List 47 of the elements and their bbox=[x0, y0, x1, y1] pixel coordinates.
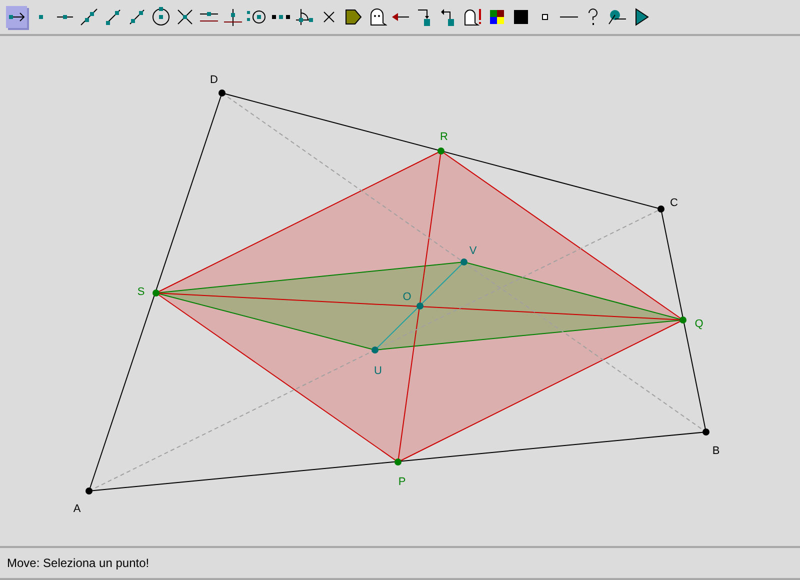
segment-icon bbox=[57, 15, 73, 19]
point-dot[interactable] bbox=[372, 346, 378, 354]
point-style-icon bbox=[542, 14, 548, 20]
circle-icon bbox=[151, 7, 171, 27]
tool-button[interactable] bbox=[295, 6, 315, 28]
point-label: U bbox=[374, 365, 382, 377]
point-label: O bbox=[402, 291, 412, 303]
point-dot[interactable] bbox=[680, 316, 686, 324]
tool-button[interactable] bbox=[6, 6, 27, 28]
point-label: S bbox=[137, 286, 145, 298]
point-label: B bbox=[712, 445, 720, 457]
point-label: P bbox=[398, 476, 406, 488]
point-dot[interactable] bbox=[86, 488, 92, 494]
point-dot[interactable] bbox=[658, 206, 664, 212]
point-dot[interactable] bbox=[702, 428, 710, 436]
point-label: A bbox=[73, 503, 81, 515]
point-label: Q bbox=[694, 318, 704, 330]
tool-button[interactable] bbox=[223, 6, 243, 28]
collinear-icon bbox=[272, 15, 290, 19]
tool-button[interactable] bbox=[151, 6, 171, 28]
angle-icon bbox=[295, 7, 315, 27]
line-icon bbox=[79, 7, 99, 27]
point-dot[interactable] bbox=[416, 302, 424, 310]
point-label: V bbox=[469, 245, 477, 257]
point-label: R bbox=[440, 131, 448, 143]
fill-icon bbox=[514, 10, 528, 24]
palette-icon bbox=[487, 7, 507, 27]
intersection-icon bbox=[175, 7, 195, 27]
point-label: D bbox=[210, 74, 218, 86]
ghost-alert-icon bbox=[463, 7, 483, 27]
vector-icon bbox=[127, 7, 147, 27]
line-style-icon bbox=[560, 16, 578, 18]
point-icon bbox=[39, 15, 43, 19]
delete-icon bbox=[323, 11, 335, 23]
point-label: C bbox=[670, 197, 678, 209]
pin-icon bbox=[607, 7, 627, 27]
polygon-icon bbox=[343, 7, 363, 27]
point-dot[interactable] bbox=[438, 148, 444, 154]
point-dot[interactable] bbox=[152, 290, 160, 296]
ray-icon bbox=[103, 7, 123, 27]
perpendicular-icon bbox=[223, 7, 243, 27]
status-message: Move: Seleziona un punto! bbox=[7, 555, 150, 572]
point-dot[interactable] bbox=[218, 90, 226, 96]
tool-button[interactable] bbox=[79, 6, 99, 28]
point-dot[interactable] bbox=[394, 458, 402, 466]
point-dot[interactable] bbox=[460, 258, 468, 266]
tool-button[interactable] bbox=[463, 6, 483, 28]
